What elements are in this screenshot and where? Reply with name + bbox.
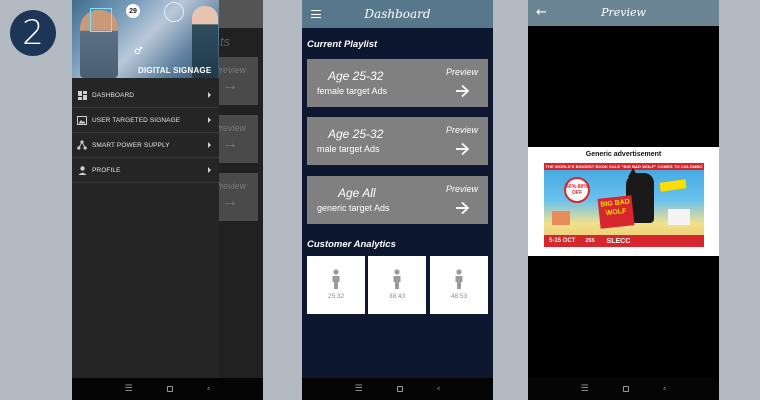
arrow-right-icon[interactable] — [454, 141, 470, 157]
poster-venue: SLECC — [606, 237, 631, 245]
playlist-subtitle: generic target Ads — [317, 203, 390, 213]
app-bar: ← Preview — [528, 0, 719, 26]
menu-item-label: SMART POWER SUPPLY — [92, 141, 170, 149]
home-icon[interactable] — [166, 386, 173, 392]
android-navigation-bar: ☰ ‹ — [302, 378, 493, 400]
back-icon[interactable]: ‹ — [437, 384, 441, 394]
menu-item-label: USER TARGETED SIGNAGE — [92, 116, 181, 124]
home-icon[interactable] — [622, 386, 629, 392]
preview-label: Preview — [445, 67, 478, 77]
caret-right-icon — [208, 142, 211, 148]
face-detection-frame — [90, 8, 112, 32]
poster-brand-logo: BIG BAD WOLF — [597, 195, 635, 229]
age-range-label: 38:43 — [388, 293, 406, 300]
recent-apps-icon[interactable]: ☰ — [125, 384, 133, 394]
arrow-right-icon[interactable] — [454, 200, 470, 216]
current-playlist-heading: Current Playlist — [307, 39, 378, 50]
playlist-subtitle: male target Ads — [317, 144, 380, 154]
menu-item-profile[interactable]: PROFILE — [72, 158, 219, 183]
ad-poster-image: THE WORLD'S BIGGEST BOOK SALE "BIG BAD W… — [544, 163, 704, 247]
app-bar: Dashboard — [302, 0, 493, 28]
menu-item-smart-power-supply[interactable]: SMART POWER SUPPLY — [72, 133, 219, 158]
face-scan-icon — [164, 2, 184, 22]
poster-top-banner: THE WORLD'S BIGGEST BOOK SALE "BIG BAD W… — [544, 163, 704, 170]
arrow-right-icon: → — [222, 135, 238, 152]
dashboard-icon — [77, 90, 87, 100]
arrow-right-icon: → — [222, 193, 238, 210]
male-symbol-icon: ♂ — [134, 46, 143, 57]
playlist-card-male[interactable]: Age 25-32 male target Ads Preview — [307, 117, 488, 165]
playlist-card-generic[interactable]: Age All generic target Ads Preview — [307, 176, 488, 224]
drawer-hero-image: 29 ♂ DIGITAL SIGNAGE — [72, 0, 219, 78]
caret-right-icon — [208, 92, 211, 98]
playlist-age-label: Age All — [338, 186, 376, 200]
person-icon — [77, 165, 87, 175]
age-range-label: 48:53 — [450, 293, 468, 300]
playlist-age-label: Age 25-32 — [328, 69, 384, 83]
analytics-card[interactable]: 48:53 — [430, 256, 488, 314]
poster-house-illustration — [552, 211, 570, 225]
arrow-right-icon: → — [222, 77, 238, 94]
dimmed-section-title: ts — [220, 34, 231, 49]
preview-label: Preview — [445, 184, 478, 194]
playlist-subtitle: female target Ads — [317, 86, 388, 96]
poster-dates: 5-15 OCT — [549, 238, 576, 244]
recent-apps-icon[interactable]: ☰ — [581, 384, 589, 394]
phone-dashboard-screen: Dashboard Current Playlist Age 25-32 fem… — [302, 0, 493, 400]
hero-count-badge: 29 — [126, 4, 140, 18]
person-figure-icon — [455, 269, 463, 289]
poster-bottom-bar: 5-15 OCT 255 SLECC — [544, 235, 704, 247]
preview-label: Preview — [445, 125, 478, 135]
image-icon — [77, 115, 87, 125]
back-icon[interactable]: ‹ — [663, 384, 667, 394]
poster-sale-badge: 60%-80% OFF — [564, 177, 590, 203]
advertisement-panel: Generic advertisement THE WORLD'S BIGGES… — [528, 147, 719, 256]
navigation-drawer: 29 ♂ DIGITAL SIGNAGE DASHBOARD USER TARG… — [72, 0, 219, 378]
poster-hours: 255 — [585, 238, 595, 244]
ad-title: Generic advertisement — [585, 151, 662, 158]
menu-item-user-targeted-signage[interactable]: USER TARGETED SIGNAGE — [72, 108, 219, 133]
page-title: Preview — [601, 6, 646, 19]
person-figure-icon — [332, 269, 340, 289]
arrow-right-icon[interactable] — [454, 83, 470, 99]
poster-house-illustration — [668, 209, 690, 225]
drawer-app-title: DIGITAL SIGNAGE — [138, 66, 212, 75]
poster-yellow-tag — [659, 179, 687, 192]
caret-right-icon — [208, 167, 211, 173]
recent-apps-icon[interactable]: ☰ — [355, 384, 363, 394]
customer-analytics-heading: Customer Analytics — [307, 239, 396, 250]
back-icon[interactable]: ‹ — [207, 384, 211, 394]
playlist-card-female[interactable]: Age 25-32 female target Ads Preview — [307, 59, 488, 107]
network-icon — [77, 140, 87, 150]
home-icon[interactable] — [396, 386, 403, 392]
android-navigation-bar: ☰ ‹ — [528, 378, 719, 400]
phone-drawer-screen: ts Preview → Preview → Preview → 29 ♂ DI… — [72, 0, 263, 400]
phone-preview-screen: ← Preview Generic advertisement THE WORL… — [528, 0, 719, 400]
person-figure-icon — [393, 269, 401, 289]
analytics-card[interactable]: 38:43 — [368, 256, 426, 314]
menu-item-label: DASHBOARD — [92, 91, 135, 99]
analytics-card[interactable]: 25:32 — [307, 256, 365, 314]
page-title: Dashboard — [364, 7, 431, 21]
caret-right-icon — [208, 117, 211, 123]
drawer-menu: DASHBOARD USER TARGETED SIGNAGE SMART PO… — [72, 83, 219, 183]
step-number-badge: 2 — [10, 10, 56, 56]
age-range-label: 25:32 — [327, 293, 345, 300]
menu-item-dashboard[interactable]: DASHBOARD — [72, 83, 219, 108]
menu-item-label: PROFILE — [92, 166, 121, 174]
android-navigation-bar: ☰ ‹ — [72, 378, 263, 400]
playlist-age-label: Age 25-32 — [328, 127, 384, 141]
